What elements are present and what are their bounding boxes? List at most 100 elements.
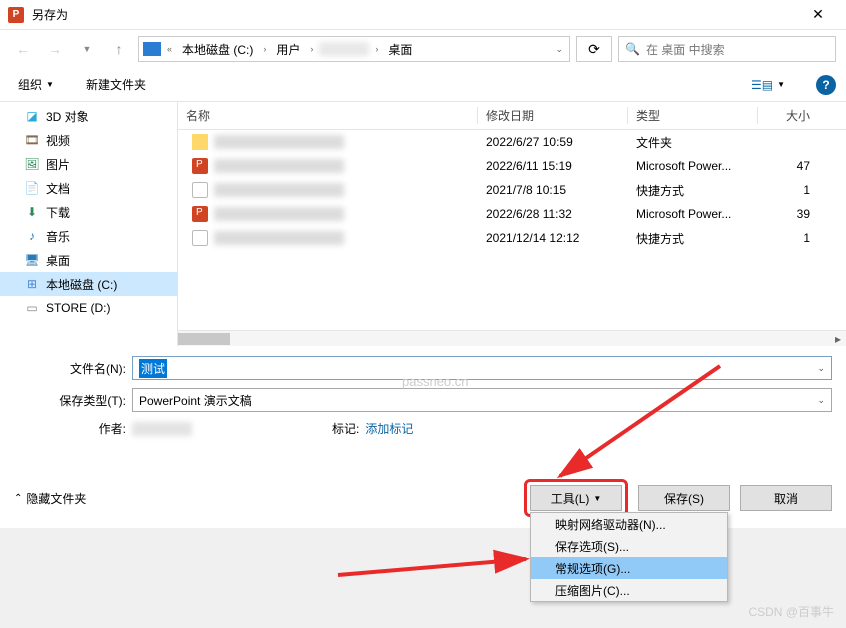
savetype-select[interactable]: PowerPoint 演示文稿 ⌄ [132, 388, 832, 412]
video-icon: 🎞 [24, 133, 40, 147]
tools-menu-item[interactable]: 压缩图片(C)... [531, 579, 727, 601]
file-size: 47 [758, 159, 818, 173]
path-dropdown[interactable]: ⌄ [553, 44, 565, 55]
file-row[interactable]: 2022/6/11 15:19Microsoft Power...47 [178, 154, 846, 178]
file-type: Microsoft Power... [628, 159, 758, 173]
close-button[interactable]: ✕ [798, 6, 838, 23]
tools-menu-item[interactable]: 保存选项(S)... [531, 535, 727, 557]
file-row[interactable]: 2021/7/8 10:15快捷方式1 [178, 178, 846, 202]
forward-button[interactable]: → [42, 36, 68, 62]
sidebar-item-video[interactable]: 🎞视频 [0, 128, 177, 152]
file-row[interactable]: 2022/6/27 10:59文件夹 [178, 130, 846, 154]
sidebar-item-disk-c[interactable]: ⊞本地磁盘 (C:) [0, 272, 177, 296]
path-seg-1[interactable]: 用户 [272, 39, 304, 60]
desktop-icon: 🖥 [24, 253, 40, 267]
view-button[interactable]: ☰▤▼ [744, 75, 792, 95]
file-name-blurred [214, 183, 344, 197]
filename-value: 测试 [139, 359, 167, 378]
chevron-icon: › [308, 44, 315, 54]
annotation-arrow-2 [330, 545, 540, 585]
file-name-blurred [214, 159, 344, 173]
horizontal-scrollbar[interactable]: ▸ [178, 330, 846, 346]
search-input[interactable]: 🔍 在 桌面 中搜索 [618, 36, 836, 62]
sidebar-item-documents[interactable]: 📄文档 [0, 176, 177, 200]
author-value-blurred[interactable] [132, 422, 192, 436]
file-size: 1 [758, 183, 818, 197]
sidebar: ◪3D 对象 🎞视频 🖼图片 📄文档 ⬇下载 ♪音乐 🖥桌面 ⊞本地磁盘 (C:… [0, 102, 178, 346]
filename-dropdown[interactable]: ⌄ [813, 363, 825, 374]
filename-input[interactable]: 测试 ⌄ [132, 356, 832, 380]
link-icon [192, 182, 208, 198]
file-list: 名称 修改日期 类型 大小 2022/6/27 10:59文件夹2022/6/1… [178, 102, 846, 346]
file-date: 2021/7/8 10:15 [478, 183, 628, 197]
path-box[interactable]: « 本地磁盘 (C:) › 用户 › › 桌面 ⌄ [138, 36, 570, 62]
sidebar-item-disk-d[interactable]: ▭STORE (D:) [0, 296, 177, 320]
folder-icon [192, 134, 208, 150]
document-icon: 📄 [24, 181, 40, 195]
sidebar-item-music[interactable]: ♪音乐 [0, 224, 177, 248]
up-button[interactable]: ↑ [106, 36, 132, 62]
help-button[interactable]: ? [816, 75, 836, 95]
file-row[interactable]: 2022/6/28 11:32Microsoft Power...39 [178, 202, 846, 226]
file-header: 名称 修改日期 类型 大小 [178, 102, 846, 130]
chevron-icon: › [261, 44, 268, 54]
window-title: 另存为 [32, 6, 798, 23]
savetype-label: 保存类型(T): [14, 392, 132, 409]
save-button[interactable]: 保存(S) [638, 485, 730, 511]
tools-menu-item[interactable]: 映射网络驱动器(N)... [531, 513, 727, 535]
path-seg-0[interactable]: 本地磁盘 (C:) [178, 39, 257, 60]
col-date[interactable]: 修改日期 [478, 107, 628, 124]
scrollbar-thumb[interactable] [178, 333, 230, 345]
author-label: 作者: [14, 420, 132, 437]
titlebar: P 另存为 ✕ [0, 0, 846, 30]
col-size[interactable]: 大小 [758, 107, 818, 124]
file-name-blurred [214, 135, 344, 149]
new-folder-button[interactable]: 新建文件夹 [78, 72, 154, 97]
search-placeholder: 在 桌面 中搜索 [646, 41, 725, 58]
organize-button[interactable]: 组织▼ [10, 72, 62, 97]
watermark-csdn: CSDN @百事牛 [748, 603, 834, 620]
sidebar-item-3d[interactable]: ◪3D 对象 [0, 104, 177, 128]
music-icon: ♪ [24, 229, 40, 243]
chevron-icon: › [373, 44, 380, 54]
savetype-value: PowerPoint 演示文稿 [139, 392, 252, 409]
file-type: 快捷方式 [628, 182, 758, 199]
nav-row: ← → ▼ ↑ « 本地磁盘 (C:) › 用户 › › 桌面 ⌄ ⟳ 🔍 在 … [0, 30, 846, 68]
chevron-up-icon: ⌃ [14, 493, 22, 504]
disk-icon: ▭ [24, 301, 40, 315]
recent-dropdown[interactable]: ▼ [74, 36, 100, 62]
file-date: 2022/6/11 15:19 [478, 159, 628, 173]
tools-menu-item[interactable]: 常规选项(G)... [531, 557, 727, 579]
path-seg-2-blurred[interactable] [319, 42, 369, 56]
sidebar-item-pictures[interactable]: 🖼图片 [0, 152, 177, 176]
col-type[interactable]: 类型 [628, 107, 758, 124]
file-row[interactable]: 2021/12/14 12:12快捷方式1 [178, 226, 846, 250]
cube-icon: ◪ [24, 109, 40, 123]
refresh-button[interactable]: ⟳ [576, 36, 612, 62]
sidebar-item-downloads[interactable]: ⬇下载 [0, 200, 177, 224]
file-date: 2021/12/14 12:12 [478, 231, 628, 245]
scrollbar-arrow-right[interactable]: ▸ [830, 331, 846, 347]
download-icon: ⬇ [24, 205, 40, 219]
tag-link[interactable]: 添加标记 [365, 420, 413, 437]
tools-dropdown-menu: 映射网络驱动器(N)...保存选项(S)...常规选项(G)...压缩图片(C)… [530, 512, 728, 602]
col-name[interactable]: 名称 [178, 107, 478, 124]
form-area: 文件名(N): 测试 ⌄ 保存类型(T): PowerPoint 演示文稿 ⌄ … [0, 346, 846, 443]
cancel-button[interactable]: 取消 [740, 485, 832, 511]
file-name-blurred [214, 207, 344, 221]
path-prefix: « [165, 44, 174, 54]
search-icon: 🔍 [625, 42, 640, 56]
ppt-icon [192, 206, 208, 222]
picture-icon: 🖼 [24, 157, 40, 171]
tools-button[interactable]: 工具(L) ▼ [530, 485, 622, 511]
sidebar-item-desktop[interactable]: 🖥桌面 [0, 248, 177, 272]
path-seg-3[interactable]: 桌面 [384, 39, 416, 60]
chevron-down-icon: ▼ [593, 494, 601, 503]
file-size: 1 [758, 231, 818, 245]
app-icon: P [8, 7, 24, 23]
savetype-dropdown[interactable]: ⌄ [813, 395, 825, 406]
hide-folders-button[interactable]: ⌃ 隐藏文件夹 [14, 490, 86, 507]
link-icon [192, 230, 208, 246]
file-name-blurred [214, 231, 344, 245]
back-button[interactable]: ← [10, 36, 36, 62]
